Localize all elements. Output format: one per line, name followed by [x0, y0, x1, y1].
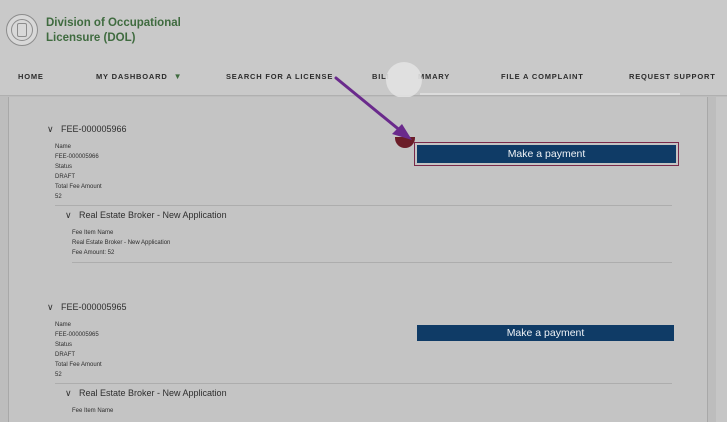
total-fee-label: Total Fee Amount — [55, 362, 102, 368]
fee-item-name-label: Fee Item Name — [72, 230, 114, 236]
fee-item-name-value: Real Estate Broker - New Application — [72, 240, 171, 246]
name-value: FEE-000005965 — [55, 332, 99, 338]
status-label: Status — [55, 164, 73, 170]
collapse-chevron-icon[interactable]: ∨ — [65, 210, 72, 221]
agency-name-line2: Licensure (DOL) — [46, 32, 136, 44]
collapse-chevron-icon[interactable]: ∨ — [47, 302, 54, 313]
nav-request-support[interactable]: REQUEST SUPPORT — [629, 72, 716, 81]
nav-file-complaint[interactable]: FILE A COMPLAINT — [501, 72, 584, 81]
fee-item-name-label: Fee Item Name — [72, 408, 114, 414]
make-payment-button[interactable]: Make a payment — [417, 325, 674, 341]
divider — [55, 383, 672, 384]
collapse-chevron-icon[interactable]: ∨ — [47, 124, 54, 135]
nav-billing-summary-tail[interactable]: MMARY — [418, 72, 450, 81]
agency-name-line1: Division of Occupational — [46, 17, 181, 29]
nav-my-dashboard-label: MY DASHBOARD — [96, 72, 168, 81]
total-fee-label: Total Fee Amount — [55, 184, 102, 190]
status-value: DRAFT — [55, 352, 75, 358]
scrollbar[interactable] — [716, 97, 727, 422]
name-label: Name — [55, 144, 72, 150]
status-value: DRAFT — [55, 174, 75, 180]
collapse-chevron-icon[interactable]: ∨ — [65, 388, 72, 399]
fee-amount: Fee Amount: 52 — [72, 250, 115, 256]
nav-my-dashboard[interactable]: MY DASHBOARD ▼ — [96, 72, 182, 81]
name-value: FEE-000005966 — [55, 154, 99, 160]
status-label: Status — [55, 342, 73, 348]
site-header: Division of Occupational Licensure (DOL) — [0, 0, 727, 58]
total-fee-value: 52 — [55, 372, 62, 378]
nav-active-underline — [420, 93, 680, 95]
pointer-arrow-icon — [334, 76, 412, 140]
fee-record-id[interactable]: FEE-000005965 — [61, 302, 127, 312]
fee-record-id[interactable]: FEE-000005966 — [61, 124, 127, 134]
total-fee-value: 52 — [55, 194, 62, 200]
nav-home[interactable]: HOME — [18, 72, 44, 81]
agency-name[interactable]: Division of Occupational Licensure (DOL) — [46, 16, 206, 46]
name-label: Name — [55, 322, 72, 328]
fee-item-title[interactable]: Real Estate Broker - New Application — [79, 210, 227, 220]
make-payment-button[interactable]: Make a payment — [417, 145, 676, 163]
chevron-down-icon: ▼ — [173, 72, 183, 81]
fee-item-title[interactable]: Real Estate Broker - New Application — [79, 388, 227, 398]
state-seal-icon[interactable] — [6, 14, 38, 46]
nav-search-license[interactable]: SEARCH FOR A LICENSE — [226, 72, 333, 81]
divider — [72, 262, 672, 263]
divider — [55, 205, 672, 206]
